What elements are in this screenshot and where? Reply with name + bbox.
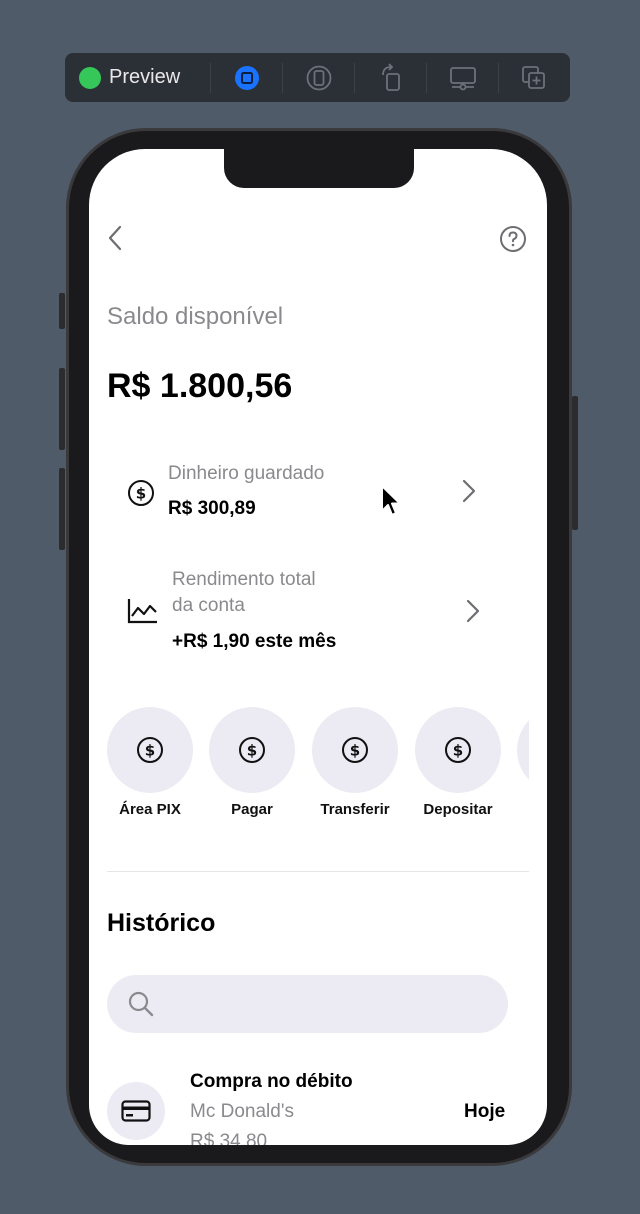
deposit-button[interactable]: $: [415, 707, 501, 793]
credit-card-icon: [121, 1100, 151, 1122]
history-title: Histórico: [107, 909, 216, 937]
chevron-right-icon: [466, 599, 480, 623]
line-chart-icon: [127, 599, 157, 624]
transaction-icon-circle: [107, 1082, 165, 1140]
preview-status: Preview: [65, 53, 210, 102]
selectable-mode-button[interactable]: [283, 53, 354, 102]
preview-toolbar: Preview: [65, 53, 570, 102]
more-action-button[interactable]: [517, 707, 529, 793]
app-screen: Saldo disponível R$ 1.800,56 $ Dinheiro …: [89, 149, 547, 1145]
account-yield-row[interactable]: Rendimento total da conta +R$ 1,90 este …: [107, 565, 487, 665]
history-search-field[interactable]: [107, 975, 508, 1033]
pix-area-label: Área PIX: [119, 801, 181, 818]
saved-money-row[interactable]: $ Dinheiro guardado R$ 300,89: [107, 449, 487, 529]
dollar-circle-icon: $: [128, 480, 154, 506]
power-button: [572, 396, 578, 530]
help-icon[interactable]: [499, 225, 527, 253]
svg-text:$: $: [350, 742, 360, 760]
deposit-label: Depositar: [423, 801, 493, 818]
transaction-merchant: Mc Donald's: [190, 1101, 294, 1122]
volume-down-button: [59, 468, 65, 550]
rotate-button[interactable]: [355, 53, 426, 102]
dollar-circle-icon: $: [239, 737, 265, 763]
back-chevron-icon[interactable]: [107, 225, 125, 251]
search-icon: [128, 991, 154, 1017]
status-dot-icon: [79, 66, 101, 89]
notch: [224, 149, 414, 188]
svg-text:$: $: [453, 742, 463, 760]
transaction-title: Compra no débito: [190, 1071, 353, 1092]
device-settings-button[interactable]: [427, 53, 498, 102]
live-mode-icon: [234, 65, 259, 90]
duplicate-icon: [522, 65, 546, 89]
section-divider: [107, 871, 529, 872]
device-settings-icon: [449, 66, 476, 90]
svg-text:$: $: [145, 742, 155, 760]
duplicate-preview-button[interactable]: [499, 53, 570, 102]
preview-title: Preview: [109, 66, 181, 88]
pay-button[interactable]: $: [209, 707, 295, 793]
transaction-date: Hoje: [464, 1101, 506, 1122]
dollar-circle-icon: $: [445, 737, 471, 763]
chevron-right-icon: [462, 479, 476, 503]
quick-actions: $ Área PIX $ Pagar $ Transferir $ Deposi…: [89, 707, 529, 823]
balance-value: R$ 1.800,56: [107, 367, 293, 405]
svg-text:$: $: [247, 742, 257, 760]
dollar-circle-icon: $: [342, 737, 368, 763]
mute-switch: [59, 293, 65, 329]
dollar-circle-icon: $: [137, 737, 163, 763]
live-mode-button[interactable]: [211, 53, 282, 102]
saved-money-title: Dinheiro guardado: [168, 463, 325, 484]
yield-title-line1: Rendimento total: [172, 569, 316, 590]
transaction-amount: R$ 34,80: [190, 1131, 268, 1145]
pix-area-button[interactable]: $: [107, 707, 193, 793]
svg-text:$: $: [136, 485, 146, 503]
volume-up-button: [59, 368, 65, 450]
pay-label: Pagar: [231, 801, 273, 818]
transfer-label: Transferir: [320, 801, 390, 818]
mouse-cursor-icon: [381, 485, 401, 516]
saved-money-value: R$ 300,89: [168, 498, 256, 519]
selectable-mode-icon: [306, 65, 331, 90]
yield-title-line2: da conta: [172, 595, 245, 616]
rotate-icon: [381, 62, 400, 91]
transfer-button[interactable]: $: [312, 707, 398, 793]
balance-label: Saldo disponível: [107, 303, 284, 330]
yield-value: +R$ 1,90 este mês: [172, 631, 337, 652]
